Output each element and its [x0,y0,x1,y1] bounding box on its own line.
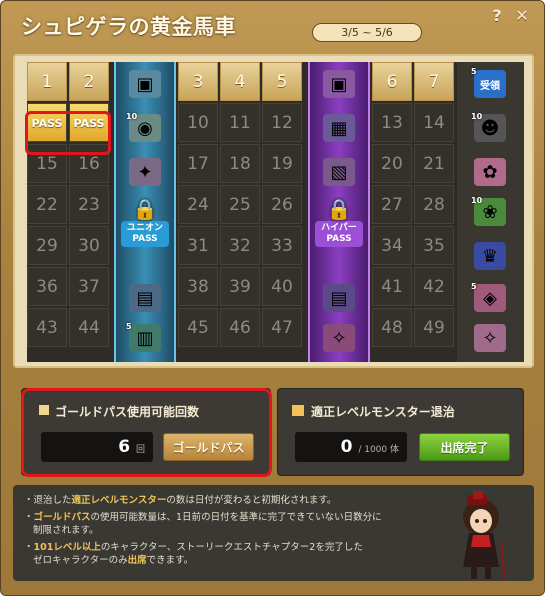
union-reward-column: ▣ ◉ 10 ✦ 🔒 ユニオン PASS ▤ ▥ 5 [114,62,176,362]
notice-line-2b: 制限されます。 [33,525,99,536]
day-cell[interactable]: 31 [178,226,218,265]
event-date-range: 3/5 ~ 5/6 [312,23,422,42]
day-cell[interactable]: 3 [178,62,218,101]
quantity-tag: 5 [126,322,132,331]
ticket-icon: ▥ [129,324,161,352]
day-cell[interactable]: 17 [178,144,218,183]
day-cell[interactable]: 43 [27,308,67,347]
hyper-pass-badge: 🔒 ハイパー PASS [315,197,363,247]
day-cell[interactable]: 32 [220,226,260,265]
quantity-tag: 10 [126,112,138,121]
day-cell[interactable]: 19 [262,144,302,183]
day-cell[interactable]: 12 [262,103,302,142]
attendance-board: 1 2 PASS PASS 15 16 22 23 29 30 36 37 43… [13,54,534,368]
gold-panel-highlight-frame [21,388,272,477]
day-cell[interactable]: 37 [69,267,109,306]
hyper-reward-column: ▣ ▦ ▧ 🔒 ハイパー PASS ▤ ✧ [308,62,370,362]
monster-count-box: 0 / 1000 体 [295,432,407,462]
quantity-tag: 10 [471,196,483,205]
lock-icon: 🔒 [326,197,352,221]
day-cell[interactable]: 21 [414,144,454,183]
day-cell[interactable]: 26 [262,185,302,224]
close-icon[interactable]: ✕ [513,7,531,25]
quantity-tag: 10 [471,112,483,121]
day-cell[interactable]: 35 [414,226,454,265]
monster-panel: 適正レベルモンスター退治 0 / 1000 体 出席完了 [277,388,524,476]
day-cell[interactable]: 28 [414,185,454,224]
gift-box-icon: ✿ [474,158,506,186]
notice-line-1: ・退治した適正レベルモンスターの数は日付が変わると初期化されます。 [24,495,337,506]
day-cell[interactable]: 5 [262,62,302,101]
day-cell[interactable]: 7 [414,62,454,101]
day-cell[interactable]: 1 [27,62,67,101]
day-cell[interactable]: 33 [262,226,302,265]
day-cell[interactable]: 41 [372,267,412,306]
day-cell[interactable]: 34 [372,226,412,265]
monster-total: / 1000 体 [358,445,399,455]
weekly-reward-column: 受領 5 ☻ 10 ✿ ❀ 10 ♛ ◈ 5 ✧ [457,62,524,362]
crystal-icon: ✦ [129,158,161,186]
day-cell[interactable]: 10 [178,103,218,142]
attendance-complete-button[interactable]: 出席完了 [419,433,510,461]
day-cell[interactable]: 13 [372,103,412,142]
day-cell[interactable]: 23 [69,185,109,224]
monster-icon [292,405,304,416]
quantity-tag: 5 [471,282,477,291]
days-group-1: 1 2 PASS PASS 15 16 22 23 29 30 36 37 43… [27,62,111,362]
receive-button[interactable]: 受領 [474,70,506,98]
pass-highlight-frame [25,111,111,155]
window-title: シュピゲラの黄金馬車 [21,15,236,39]
hat-icon: ♛ [474,242,506,270]
scroll-icon: ✧ [323,324,355,352]
scroll-icon: ✧ [474,324,506,352]
day-cell[interactable]: 2 [69,62,109,101]
day-cell[interactable]: 30 [69,226,109,265]
day-cell[interactable]: 42 [414,267,454,306]
days-group-3: 6 7 13 14 20 21 27 28 34 35 41 42 48 49 [372,62,456,362]
hyper-pass-label: ハイパー PASS [315,221,363,247]
day-cell[interactable]: 47 [262,308,302,347]
day-cell[interactable]: 14 [414,103,454,142]
union-pass-badge: 🔒 ユニオン PASS [121,197,169,247]
day-cell[interactable]: 6 [372,62,412,101]
gold-carriage-window: シュピゲラの黄金馬車 3/5 ~ 5/6 ? ✕ 1 2 PASS PASS 1… [0,0,545,596]
notice-line-3: ・101レベル以上のキャラクター、ストーリークエストチャプター2を完了した [24,542,363,553]
exp-coupon-icon: ▦ [323,114,355,142]
potion-crate-icon: ▤ [323,284,355,312]
day-cell[interactable]: 36 [27,267,67,306]
day-cell[interactable]: 24 [178,185,218,224]
day-cell[interactable]: 49 [414,308,454,347]
treasure-chest-icon: ▣ [129,70,161,98]
notice-line-2: ・ゴールドパスの使用可能数量は、1日前の日付を基準に完了できていない日数分に [24,512,382,523]
day-cell[interactable]: 18 [220,144,260,183]
day-cell[interactable]: 29 [27,226,67,265]
day-cell[interactable]: 39 [220,267,260,306]
day-cell[interactable]: 22 [27,185,67,224]
day-cell[interactable]: 46 [220,308,260,347]
day-cell[interactable]: 45 [178,308,218,347]
day-cell[interactable]: 38 [178,267,218,306]
day-cell[interactable]: 4 [220,62,260,101]
day-cell[interactable]: 44 [69,308,109,347]
help-icon[interactable]: ? [488,7,506,25]
spiegelmann-character-image [463,491,506,580]
monster-count: 0 [340,437,353,457]
notice-line-3b: ゼロキャラクターのみ出席できます。 [33,555,194,566]
treasure-chest-icon: ▣ [323,70,355,98]
day-cell[interactable]: 20 [372,144,412,183]
days-group-2: 3 4 5 10 11 12 17 18 19 24 25 26 31 32 3… [178,62,304,362]
day-cell[interactable]: 25 [220,185,260,224]
day-cell[interactable]: 11 [220,103,260,142]
union-pass-label: ユニオン PASS [121,221,169,247]
day-cell[interactable]: 48 [372,308,412,347]
lock-icon: 🔒 [132,197,158,221]
potion-crate-icon: ▤ [129,284,161,312]
monster-title: 適正レベルモンスター退治 [311,405,455,419]
quantity-tag: 5 [471,67,477,76]
day-cell[interactable]: 27 [372,185,412,224]
cube-icon: ◈ [474,284,506,312]
card-icon: ▧ [323,158,355,186]
day-cell[interactable]: 40 [262,267,302,306]
